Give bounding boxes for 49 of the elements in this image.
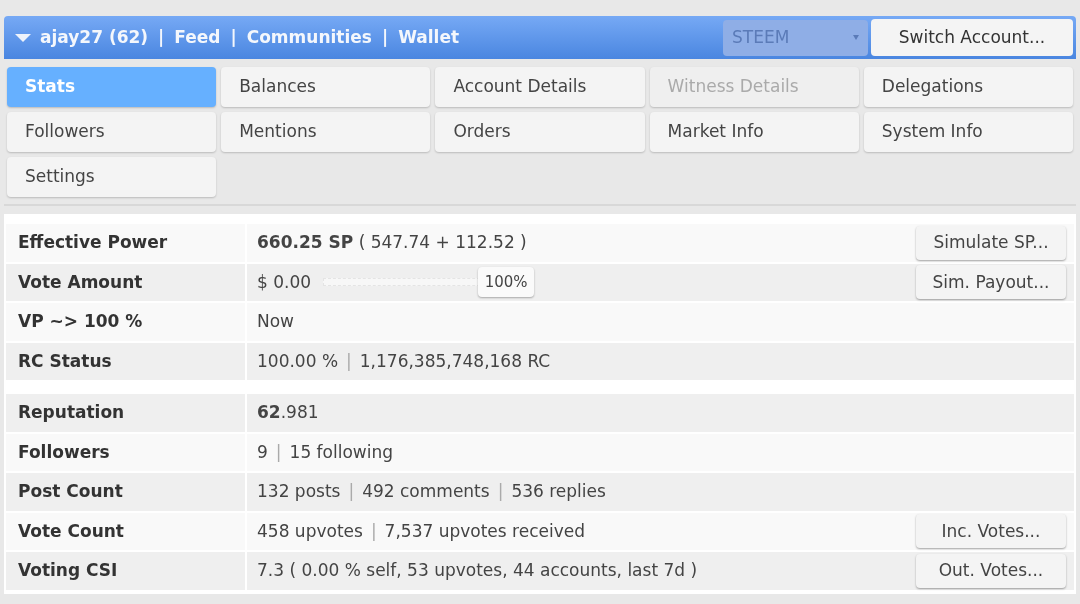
stat-label: Vote Count <box>6 512 247 550</box>
slider-thumb[interactable]: 100% <box>478 267 535 298</box>
stat-value: 492 comments <box>362 480 490 503</box>
separator: | <box>230 25 237 49</box>
stat-label: Reputation <box>6 394 247 432</box>
stat-label: Followers <box>6 433 247 471</box>
stat-value: 62.981 <box>257 401 319 424</box>
action-button[interactable]: Out. Votes... <box>916 553 1066 588</box>
stat-label: VP ~> 100 % <box>6 303 247 341</box>
caret-icon <box>853 35 859 40</box>
stat-label: Post Count <box>6 473 247 511</box>
stat-label: RC Status <box>6 342 247 380</box>
switch-account-button[interactable]: Switch Account... <box>871 19 1073 56</box>
action-button[interactable]: Simulate SP... <box>916 225 1066 260</box>
stat-label: Effective Power <box>6 224 247 262</box>
vote-slider[interactable]: 100% <box>319 267 535 298</box>
tab[interactable]: Delegations <box>863 67 1073 107</box>
tab[interactable]: System Info <box>863 112 1073 152</box>
separator: | <box>348 480 355 503</box>
stat-label: Voting CSI <box>6 552 247 590</box>
tab[interactable]: Balances <box>221 67 431 107</box>
stat-value: 7,537 upvotes received <box>384 519 585 543</box>
stat-value: 1,176,385,748,168 RC <box>359 349 551 373</box>
tab[interactable]: Account Details <box>435 67 645 107</box>
separator: | <box>370 519 377 543</box>
separator: | <box>275 440 282 464</box>
separator: | <box>381 25 389 49</box>
action-button[interactable]: Sim. Payout... <box>916 265 1066 300</box>
stat-value: $ 0.00 <box>257 270 312 294</box>
stat-value: 132 posts <box>257 480 341 503</box>
separator: | <box>497 480 504 503</box>
stat-value: 15 following <box>289 440 394 464</box>
stat-value: 7.3 ( 0.00 % self, 53 upvotes, 44 accounts, last 7d ) <box>257 559 698 582</box>
tab[interactable]: Market Info <box>649 112 859 152</box>
stat-value: 9 <box>257 440 268 464</box>
stat-label: Vote Amount <box>6 263 247 301</box>
dropdown-icon[interactable] <box>14 32 32 43</box>
stat-value: Now <box>257 310 295 333</box>
stat-value: 536 replies <box>511 480 606 503</box>
tab[interactable]: Settings <box>7 157 217 197</box>
tab[interactable]: Mentions <box>221 112 431 152</box>
stat-value: 458 upvotes <box>257 519 363 543</box>
separator: | <box>158 25 165 49</box>
tab[interactable]: Followers <box>7 112 217 152</box>
stat-value: 100.00 % <box>257 349 339 373</box>
tab[interactable]: Orders <box>435 112 645 152</box>
stat-value: 660.25 SP ( 547.74 + 112.52 ) <box>257 231 527 254</box>
separator: | <box>346 349 352 373</box>
action-button[interactable]: Inc. Votes... <box>916 514 1066 549</box>
